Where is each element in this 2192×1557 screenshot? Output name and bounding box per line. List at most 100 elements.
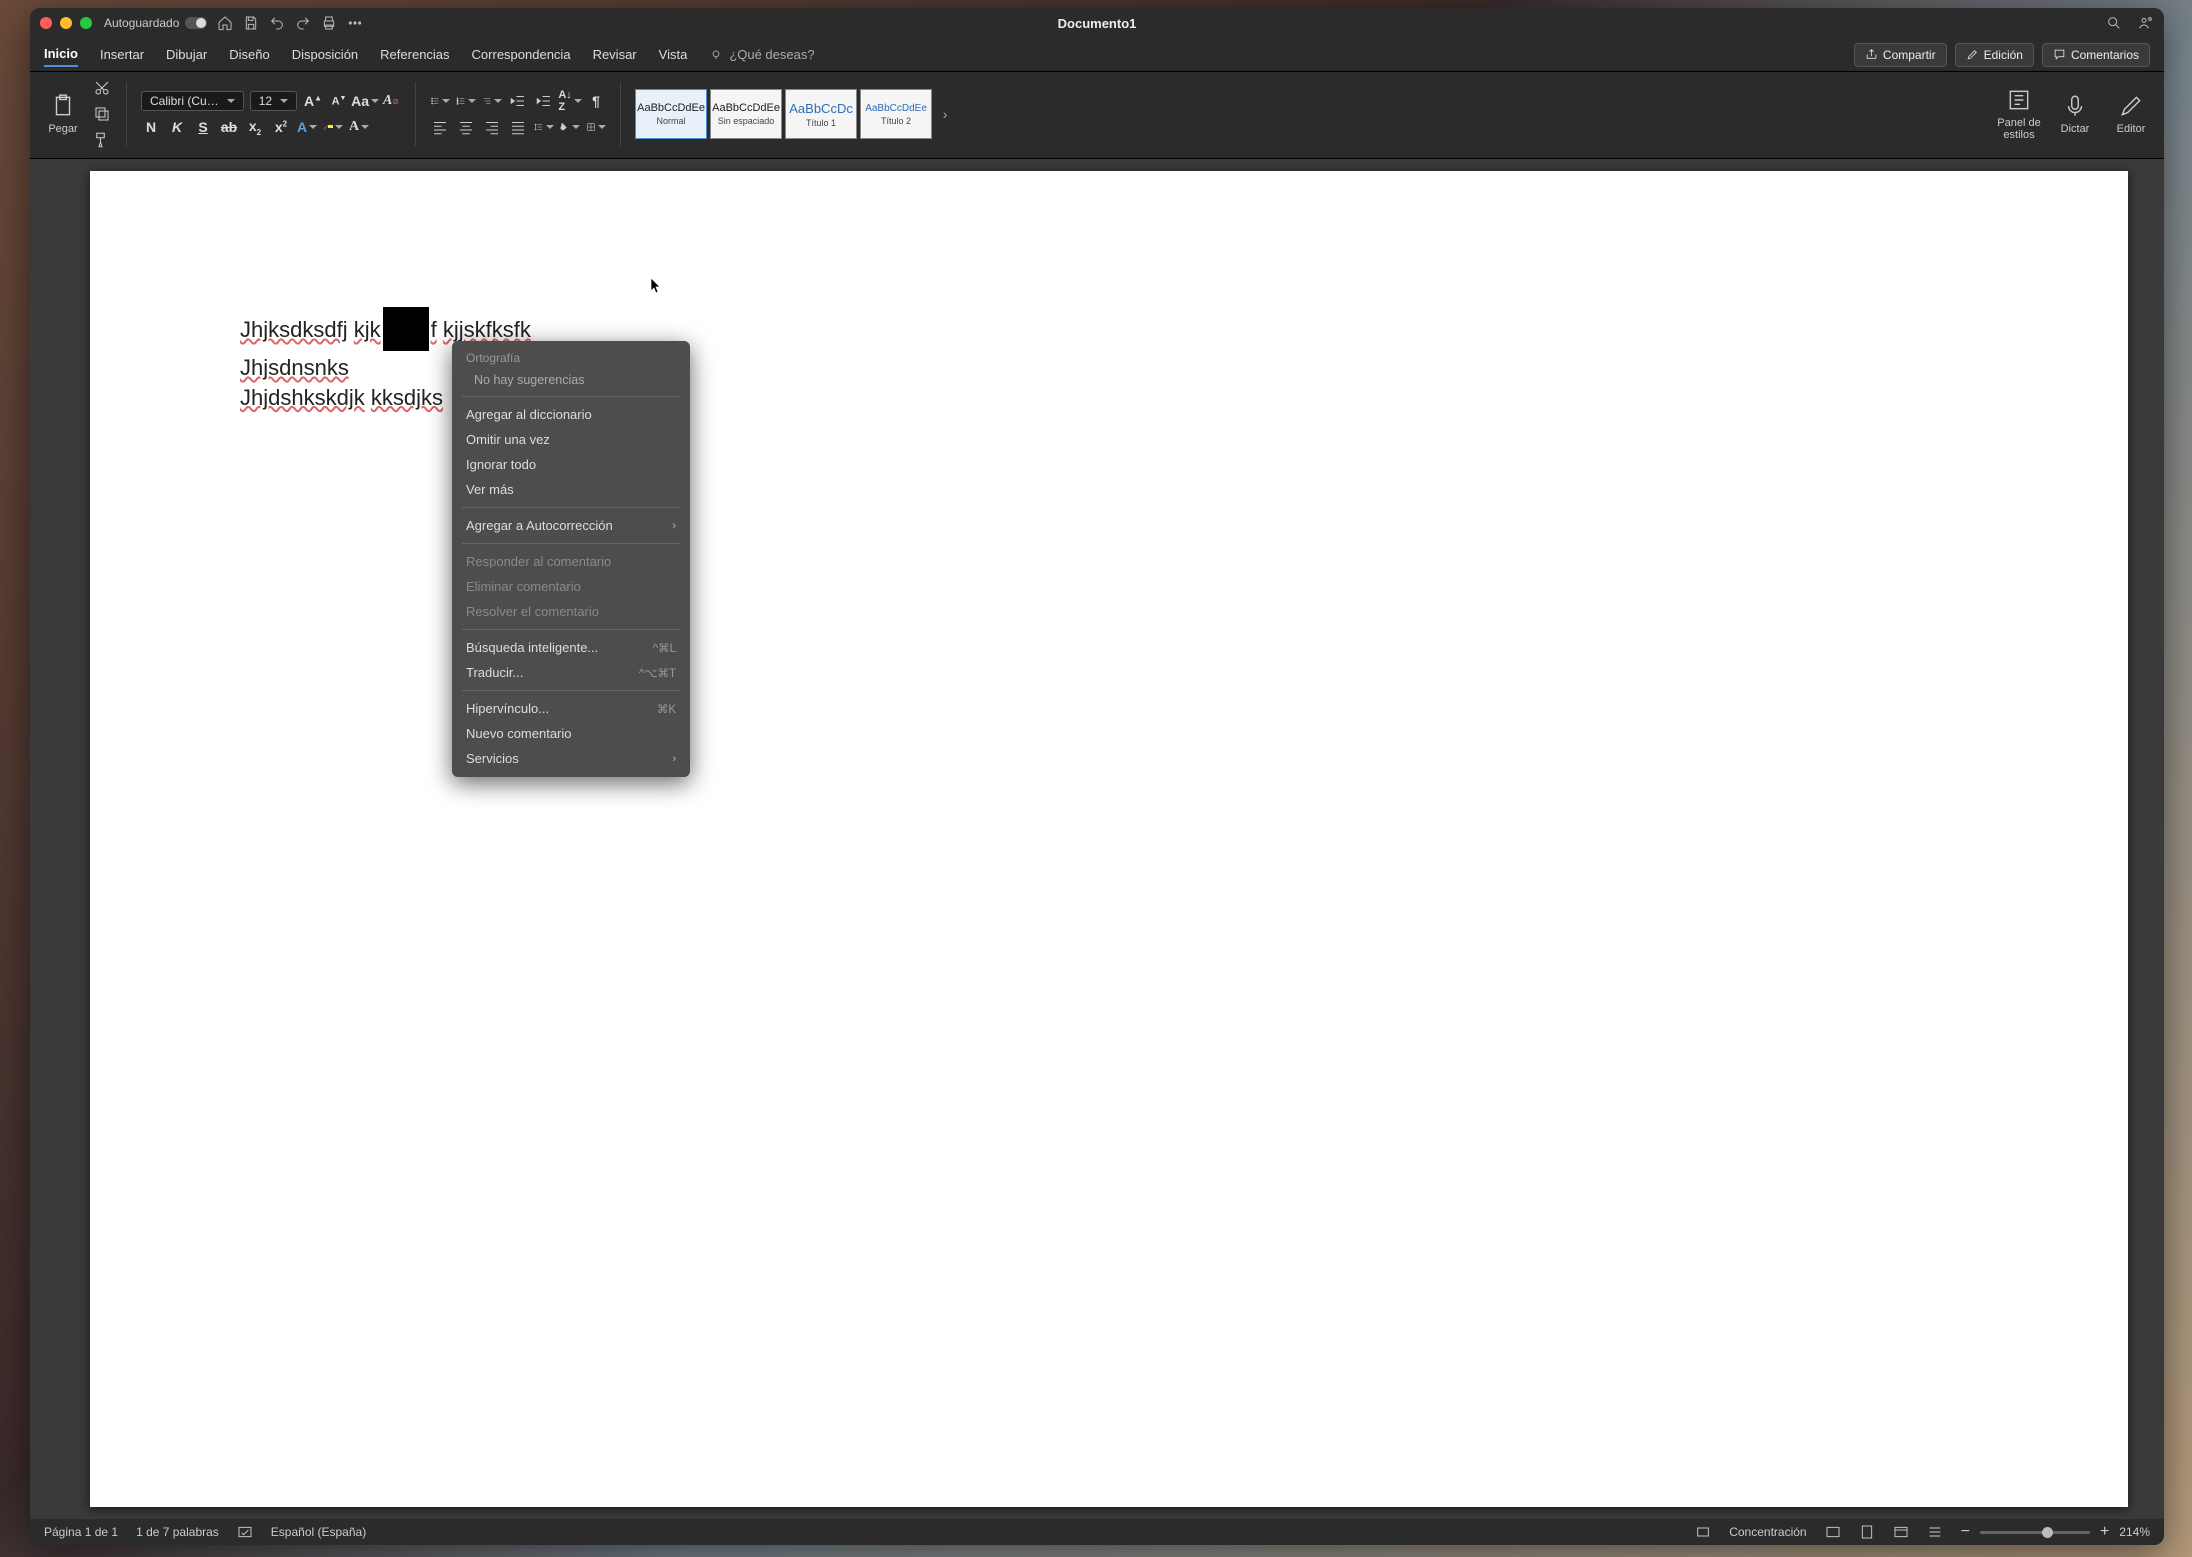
decrease-font-icon[interactable]: A▼ [329, 91, 349, 111]
tab-revisar[interactable]: Revisar [593, 43, 637, 66]
text-effects-icon[interactable]: A [297, 117, 317, 137]
status-words[interactable]: 1 de 7 palabras [136, 1525, 219, 1539]
style-titulo2[interactable]: AaBbCcDdEeTítulo 2 [860, 89, 932, 139]
home-icon[interactable] [217, 15, 233, 31]
comentarios-button[interactable]: Comentarios [2042, 43, 2150, 67]
focus-mode-icon[interactable] [1695, 1524, 1711, 1540]
editor-button[interactable]: Editor [2108, 78, 2154, 150]
style-normal[interactable]: AaBbCcDdEeNormal [635, 89, 707, 139]
read-mode-icon[interactable] [1825, 1524, 1841, 1540]
shading-icon[interactable] [560, 117, 580, 137]
align-justify-icon[interactable] [508, 117, 528, 137]
change-case-icon[interactable]: Aa [355, 91, 375, 111]
spellcheck-status-icon[interactable] [237, 1524, 253, 1540]
autosave-switch[interactable] [185, 17, 207, 29]
styles-pane-button[interactable]: Panel de estilos [1996, 78, 2042, 150]
style-sin-espaciado[interactable]: AaBbCcDdEeSin espaciado [710, 89, 782, 139]
increase-indent-icon[interactable] [534, 91, 554, 111]
status-concentracion[interactable]: Concentración [1729, 1525, 1806, 1539]
font-size-select[interactable]: 12 [250, 91, 297, 111]
strikethrough-icon[interactable]: ab [219, 117, 239, 137]
document-page[interactable]: Jhjksdksdfj kjk f kjjskfksfk Jhjsdnsnks J… [90, 171, 2128, 1507]
underline-icon[interactable]: S [193, 117, 213, 137]
tab-referencias[interactable]: Referencias [380, 43, 449, 66]
print-layout-icon[interactable] [1859, 1524, 1875, 1540]
text-word[interactable]: Jhjsdnsnks [240, 355, 349, 380]
tell-me-search[interactable]: ¿Qué deseas? [709, 47, 814, 62]
share-people-icon[interactable] [2138, 15, 2154, 31]
font-name-select[interactable]: Calibri (Cu… [141, 91, 244, 111]
status-language[interactable]: Español (España) [271, 1525, 366, 1539]
zoom-level[interactable]: 214% [2119, 1525, 2150, 1539]
subscript-icon[interactable]: x2 [245, 117, 265, 137]
search-icon[interactable] [2106, 15, 2122, 31]
ctx-new-comment[interactable]: Nuevo comentario [452, 721, 690, 746]
sort-icon[interactable]: A↓Z [560, 91, 580, 111]
redo-icon[interactable] [295, 15, 311, 31]
show-marks-icon[interactable]: ¶ [586, 91, 606, 111]
bold-icon[interactable]: N [141, 117, 161, 137]
tab-disposicion[interactable]: Disposición [292, 43, 358, 66]
ctx-hyperlink[interactable]: Hipervínculo...⌘K [452, 696, 690, 721]
styles-more-icon[interactable]: › [935, 104, 955, 124]
text-word[interactable]: f [431, 317, 437, 342]
text-word[interactable]: kksdjks [371, 385, 443, 410]
align-left-icon[interactable] [430, 117, 450, 137]
text-word[interactable]: kjk [354, 317, 381, 342]
ctx-services[interactable]: Servicios› [452, 746, 690, 771]
text-word[interactable]: Jhjksdksdfj [240, 317, 348, 342]
maximize-window-button[interactable] [80, 17, 92, 29]
text-word[interactable]: Jhjdshkskdjk [240, 385, 365, 410]
ctx-ignore-all[interactable]: Ignorar todo [452, 452, 690, 477]
tab-dibujar[interactable]: Dibujar [166, 43, 207, 66]
cut-icon[interactable] [92, 78, 112, 98]
web-layout-icon[interactable] [1893, 1524, 1909, 1540]
align-center-icon[interactable] [456, 117, 476, 137]
more-icon[interactable] [347, 15, 363, 31]
superscript-icon[interactable]: x2 [271, 117, 291, 137]
zoom-in-button[interactable]: + [2100, 1523, 2109, 1541]
tab-diseno[interactable]: Diseño [229, 43, 269, 66]
numbering-icon[interactable]: 123 [456, 91, 476, 111]
tab-correspondencia[interactable]: Correspondencia [472, 43, 571, 66]
close-window-button[interactable] [40, 17, 52, 29]
tab-vista[interactable]: Vista [659, 43, 688, 66]
style-titulo1[interactable]: AaBbCcDcTítulo 1 [785, 89, 857, 139]
ctx-add-autocorrect[interactable]: Agregar a Autocorrección› [452, 513, 690, 538]
outline-view-icon[interactable] [1927, 1524, 1943, 1540]
tab-insertar[interactable]: Insertar [100, 43, 144, 66]
styles-gallery[interactable]: AaBbCcDdEeNormal AaBbCcDdEeSin espaciado… [635, 78, 955, 150]
italic-icon[interactable]: K [167, 117, 187, 137]
zoom-out-button[interactable]: − [1961, 1523, 1970, 1541]
ctx-see-more[interactable]: Ver más [452, 477, 690, 502]
text-word[interactable]: kjjskfksfk [443, 317, 531, 342]
ctx-add-dictionary[interactable]: Agregar al diccionario [452, 402, 690, 427]
ctx-smart-lookup[interactable]: Búsqueda inteligente...^⌘L [452, 635, 690, 660]
font-color-icon[interactable]: A [349, 117, 369, 137]
tab-inicio[interactable]: Inicio [44, 42, 78, 67]
bullets-icon[interactable] [430, 91, 450, 111]
decrease-indent-icon[interactable] [508, 91, 528, 111]
undo-icon[interactable] [269, 15, 285, 31]
multilevel-list-icon[interactable] [482, 91, 502, 111]
autosave-toggle[interactable]: Autoguardado [104, 16, 207, 30]
save-icon[interactable] [243, 15, 259, 31]
print-icon[interactable] [321, 15, 337, 31]
borders-icon[interactable] [586, 117, 606, 137]
ctx-ignore-once[interactable]: Omitir una vez [452, 427, 690, 452]
line-spacing-icon[interactable] [534, 117, 554, 137]
highlight-icon[interactable] [323, 117, 343, 137]
dictate-button[interactable]: Dictar [2052, 78, 2098, 150]
increase-font-icon[interactable]: A▲ [303, 91, 323, 111]
ctx-translate[interactable]: Traducir...^⌥⌘T [452, 660, 690, 685]
status-page[interactable]: Página 1 de 1 [44, 1525, 118, 1539]
minimize-window-button[interactable] [60, 17, 72, 29]
format-painter-icon[interactable] [92, 130, 112, 150]
align-right-icon[interactable] [482, 117, 502, 137]
clear-formatting-icon[interactable]: A⊘ [381, 91, 401, 111]
paste-button[interactable]: Pegar [40, 93, 86, 135]
copy-icon[interactable] [92, 104, 112, 124]
edicion-button[interactable]: Edición [1955, 43, 2034, 67]
compartir-button[interactable]: Compartir [1854, 43, 1947, 67]
zoom-slider[interactable] [1980, 1531, 2090, 1534]
